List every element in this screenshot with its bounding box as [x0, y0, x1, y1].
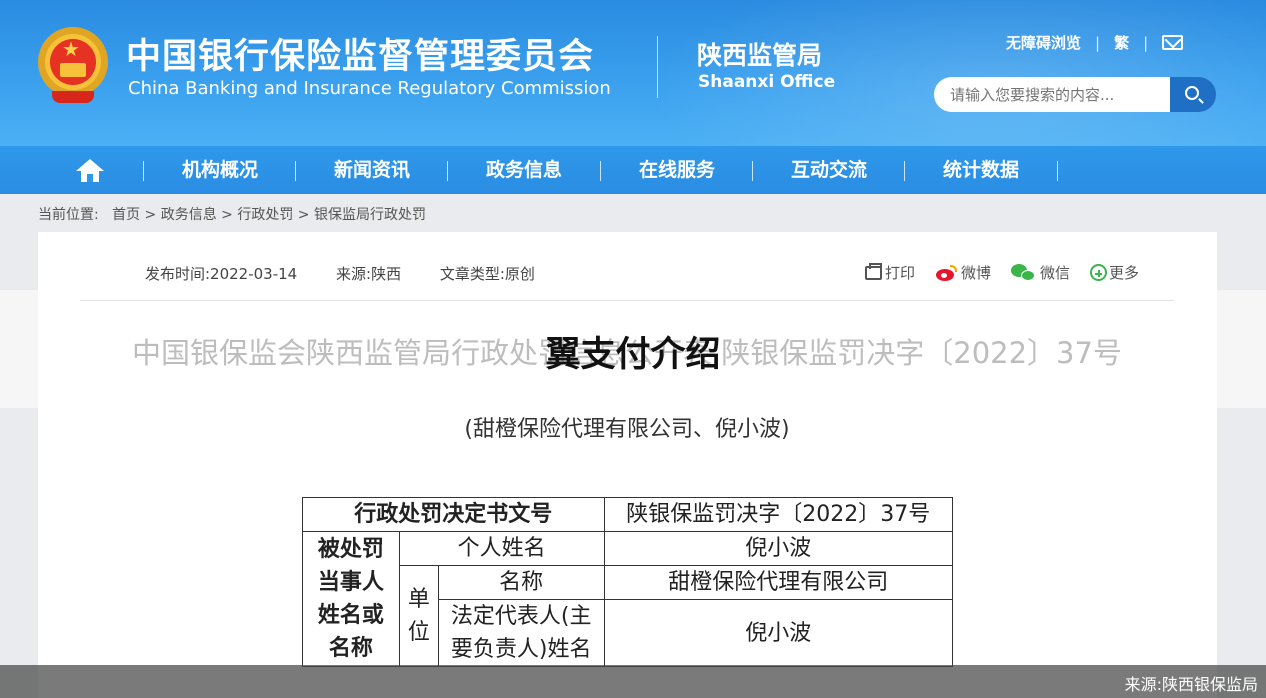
wechat-icon [1011, 263, 1036, 282]
share-bar: 打印 微博 微信 更多 [865, 262, 1139, 283]
main-nav: 机构概况 新闻资讯 政务信息 在线服务 互动交流 统计数据 [0, 146, 1266, 194]
table-row: 被处罚当事人姓名或名称 个人姓名 倪小波 [302, 531, 954, 667]
nav-item-government-info[interactable]: 政务信息 [472, 146, 576, 194]
separator: | [1143, 33, 1149, 52]
meta-divider [80, 300, 1174, 301]
site-title-en: China Banking and Insurance Regulatory C… [128, 78, 611, 99]
nav-item-about[interactable]: 机构概况 [168, 146, 272, 194]
weibo-label: 微博 [961, 264, 992, 282]
unit-label: 单位 [398, 565, 439, 667]
search-input[interactable] [934, 77, 1170, 112]
office-name-cn: 陕西监管局 [697, 41, 823, 70]
breadcrumb-government-info[interactable]: 政务信息 [161, 207, 217, 223]
nav-divider [143, 161, 144, 181]
personal-name-label: 个人姓名 [398, 531, 605, 566]
office-name-en: Shaanxi Office [698, 72, 836, 92]
table-row: 单位 名称 甜橙保险代理有限公司 [303, 565, 954, 667]
weibo-share-button[interactable]: 微博 [935, 262, 991, 283]
breadcrumb-penalties[interactable]: 行政处罚 [237, 207, 293, 223]
party-label: 被处罚当事人姓名或名称 [302, 531, 400, 667]
breadcrumb-label: 当前位置: [38, 207, 99, 223]
nav-item-statistics[interactable]: 统计数据 [929, 146, 1033, 194]
more-share-button[interactable]: 更多 [1090, 262, 1139, 283]
wechat-share-button[interactable]: 微信 [1011, 262, 1070, 283]
nav-divider [1057, 161, 1058, 181]
site-title-cn[interactable]: 中国银行保险监督管理委员会 [126, 28, 594, 79]
wechat-label: 微信 [1040, 264, 1071, 282]
image-source-caption: 来源:陕西银保监局 [1124, 675, 1258, 694]
search-button[interactable] [1170, 77, 1216, 112]
weibo-icon [935, 264, 958, 281]
printer-icon [865, 262, 882, 280]
nav-divider [752, 161, 753, 181]
site-header: ★ 中国银行保险监督管理委员会 China Banking and Insura… [0, 0, 1266, 146]
breadcrumb-office-penalties[interactable]: 银保监局行政处罚 [314, 207, 426, 223]
plus-circle-icon [1090, 264, 1108, 281]
breadcrumb: 当前位置: 首页 > 政务信息 > 行政处罚 > 银保监局行政处罚 [38, 207, 426, 223]
nav-divider [600, 161, 601, 181]
penalty-info-table: 行政处罚决定书文号 陕银保监罚决字〔2022〕37号 被处罚当事人姓名或名称 个… [302, 497, 954, 667]
search-icon [1185, 86, 1199, 100]
overlay-title: 翼支付介绍 [545, 335, 721, 375]
legal-rep-value: 倪小波 [603, 599, 954, 667]
article-subtitle: (甜橙保险代理有限公司、倪小波) [464, 417, 790, 442]
article-source: 来源:陕西 [336, 265, 402, 283]
caption-bar: 来源:陕西银保监局 [0, 665, 1266, 698]
nav-item-interaction[interactable]: 互动交流 [777, 146, 881, 194]
print-button[interactable]: 打印 [865, 262, 915, 283]
publish-time: 发布时间:2022-03-14 [145, 265, 298, 283]
company-name-value: 甜橙保险代理有限公司 [603, 565, 954, 600]
nav-divider [904, 161, 905, 181]
search-box [934, 77, 1216, 112]
breadcrumb-home[interactable]: 首页 [112, 207, 140, 223]
nav-item-online-services[interactable]: 在线服务 [625, 146, 729, 194]
top-links: 无障碍浏览 | 繁 | [1006, 32, 1184, 53]
nav-divider [295, 161, 296, 181]
home-icon[interactable] [76, 159, 104, 183]
personal-name-value: 倪小波 [603, 531, 954, 566]
national-emblem-icon[interactable]: ★ [38, 27, 108, 103]
article-meta: 发布时间:2022-03-14 来源:陕西 文章类型:原创 [145, 263, 569, 284]
nav-divider [447, 161, 448, 181]
more-label: 更多 [1109, 264, 1140, 282]
header-divider [657, 36, 658, 98]
mail-icon[interactable] [1162, 35, 1184, 50]
company-name-label: 名称 [437, 565, 605, 600]
print-label: 打印 [885, 264, 916, 282]
table-row: 行政处罚决定书文号 陕银保监罚决字〔2022〕37号 [302, 497, 954, 532]
doc-no-value: 陕银保监罚决字〔2022〕37号 [603, 497, 954, 532]
doc-no-label: 行政处罚决定书文号 [302, 497, 605, 532]
nav-item-news[interactable]: 新闻资讯 [320, 146, 424, 194]
article-type: 文章类型:原创 [439, 265, 535, 283]
accessibility-link[interactable]: 无障碍浏览 [1006, 32, 1081, 53]
legal-rep-label: 法定代表人(主要负责人)姓名 [437, 599, 605, 667]
separator: | [1095, 33, 1101, 52]
traditional-chinese-link[interactable]: 繁 [1114, 32, 1129, 53]
